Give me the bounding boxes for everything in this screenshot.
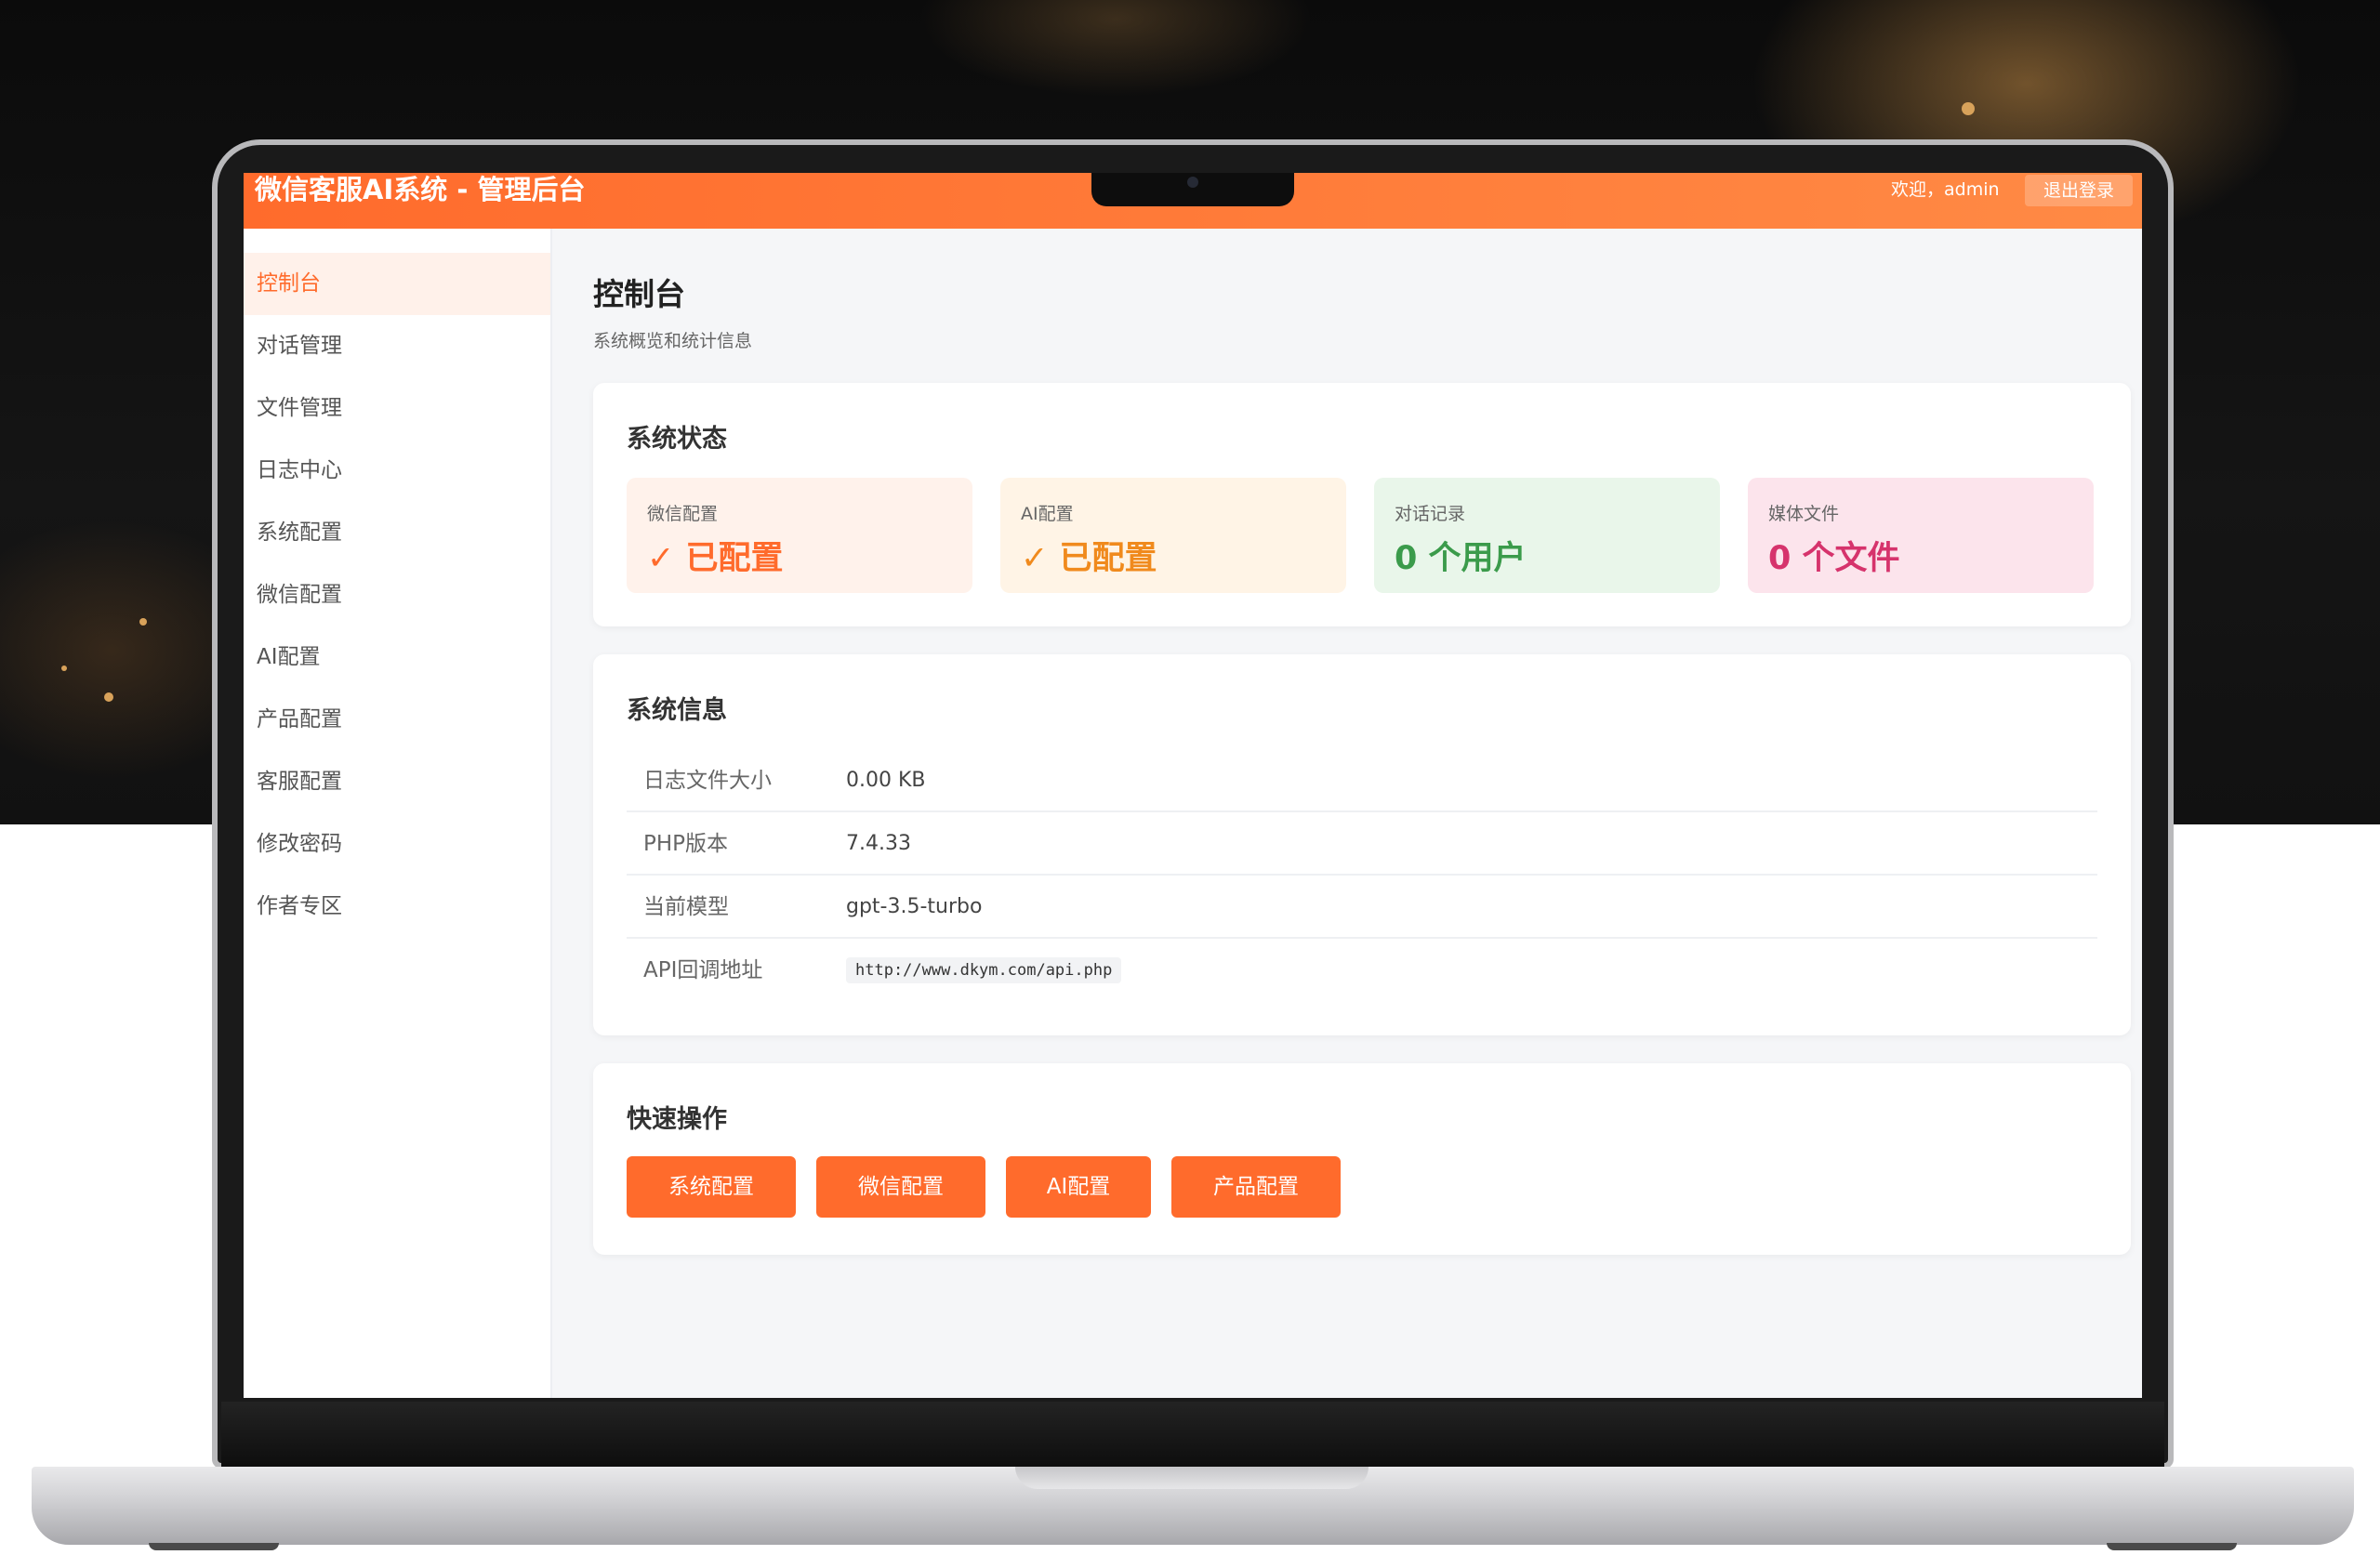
stat-value: 0 个文件 xyxy=(1768,540,1900,577)
gold-particle xyxy=(104,692,113,702)
info-row-php-version: PHP版本 7.4.33 xyxy=(627,812,2097,876)
logout-button[interactable]: 退出登录 xyxy=(2025,175,2133,206)
info-row-model: 当前模型 gpt-3.5-turbo xyxy=(627,876,2097,939)
stat-label: 媒体文件 xyxy=(1768,504,1840,524)
sidebar-item-author-zone[interactable]: 作者专区 xyxy=(244,876,550,938)
sidebar-item-change-password[interactable]: 修改密码 xyxy=(244,813,550,876)
card-title: 系统信息 xyxy=(627,696,727,725)
info-row-api-callback: API回调地址 http://www.dkym.com/api.php xyxy=(627,939,2097,1002)
laptop-screen: 微信客服AI系统 - 管理后台 欢迎，admin 退出登录 控制台 对话管理 文… xyxy=(244,173,2142,1398)
info-label: 日志文件大小 xyxy=(643,769,772,793)
app-title: 微信客服AI系统 - 管理后台 xyxy=(255,174,586,205)
stat-label: 对话记录 xyxy=(1395,504,1466,524)
gold-particle xyxy=(61,665,67,671)
info-row-log-size: 日志文件大小 0.00 KB xyxy=(627,749,2097,812)
main-content: 控制台 系统概览和统计信息 系统状态 微信配置 ✓ 已配置 AI配置 ✓ 已配置… xyxy=(593,229,2131,1398)
quick-product-config-button[interactable]: 产品配置 xyxy=(1171,1156,1341,1218)
quick-system-config-button[interactable]: 系统配置 xyxy=(627,1156,796,1218)
laptop-foot xyxy=(149,1543,279,1550)
laptop-bezel xyxy=(221,1402,2164,1469)
sidebar-item-service-config[interactable]: 客服配置 xyxy=(244,751,550,813)
sidebar-item-product-config[interactable]: 产品配置 xyxy=(244,689,550,751)
stat-media-files: 媒体文件 0 个文件 xyxy=(1748,478,2094,593)
card-title: 系统状态 xyxy=(627,425,727,454)
page-title: 控制台 xyxy=(593,276,685,312)
page-subtitle: 系统概览和统计信息 xyxy=(593,331,753,351)
stat-conversations: 对话记录 0 个用户 xyxy=(1374,478,1720,593)
card-title: 快速操作 xyxy=(627,1105,727,1134)
welcome-text: 欢迎，admin xyxy=(1891,179,2000,200)
stat-label: 微信配置 xyxy=(647,504,719,524)
stat-value: ✓ 已配置 xyxy=(647,540,784,577)
laptop-base-notch xyxy=(1015,1467,1368,1489)
stat-label: AI配置 xyxy=(1021,504,1074,524)
sidebar: 控制台 对话管理 文件管理 日志中心 系统配置 微信配置 AI配置 产品配置 客… xyxy=(244,229,552,1398)
info-label: API回调地址 xyxy=(643,958,763,982)
stat-value: 0 个用户 xyxy=(1395,540,1527,577)
sidebar-item-logs[interactable]: 日志中心 xyxy=(244,440,550,502)
api-callback-url: http://www.dkym.com/api.php xyxy=(846,957,1122,983)
gold-particle xyxy=(1962,102,1975,115)
sidebar-item-conversations[interactable]: 对话管理 xyxy=(244,315,550,377)
camera-icon xyxy=(1187,177,1198,188)
info-value: 0.00 KB xyxy=(846,769,926,792)
info-value: gpt-3.5-turbo xyxy=(846,895,983,918)
stat-wechat-config: 微信配置 ✓ 已配置 xyxy=(627,478,972,593)
sidebar-item-system-config[interactable]: 系统配置 xyxy=(244,502,550,564)
sidebar-item-ai-config[interactable]: AI配置 xyxy=(244,626,550,689)
quick-ai-config-button[interactable]: AI配置 xyxy=(1006,1156,1151,1218)
system-info-card: 系统信息 日志文件大小 0.00 KB PHP版本 7.4.33 当前模型 gp… xyxy=(593,654,2131,1035)
system-status-card: 系统状态 微信配置 ✓ 已配置 AI配置 ✓ 已配置 对话记录 0 个用户 媒体… xyxy=(593,383,2131,626)
quick-wechat-config-button[interactable]: 微信配置 xyxy=(816,1156,985,1218)
sidebar-item-files[interactable]: 文件管理 xyxy=(244,377,550,440)
stat-ai-config: AI配置 ✓ 已配置 xyxy=(1000,478,1346,593)
info-label: PHP版本 xyxy=(643,832,729,856)
sidebar-item-wechat-config[interactable]: 微信配置 xyxy=(244,564,550,626)
gold-particle xyxy=(139,618,147,626)
info-value: 7.4.33 xyxy=(846,832,911,855)
info-label: 当前模型 xyxy=(643,895,729,919)
stat-value: ✓ 已配置 xyxy=(1021,540,1157,577)
sidebar-item-dashboard[interactable]: 控制台 xyxy=(244,253,550,315)
laptop-foot xyxy=(2107,1543,2237,1550)
quick-actions-card: 快速操作 系统配置 微信配置 AI配置 产品配置 xyxy=(593,1063,2131,1255)
